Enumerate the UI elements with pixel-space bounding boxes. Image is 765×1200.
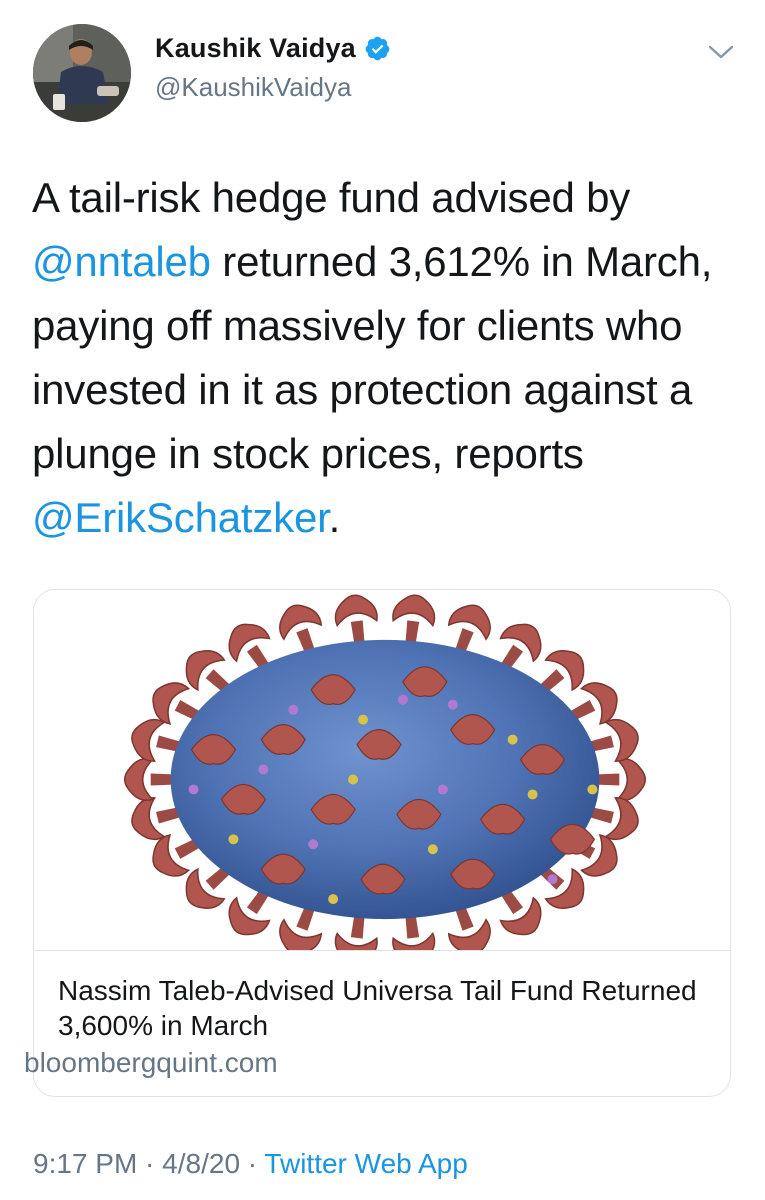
tweet-date: 4/8/20 <box>162 1148 241 1179</box>
tweet-source-link[interactable]: Twitter Web App <box>264 1148 467 1179</box>
tweet-time: 9:17 PM <box>33 1148 138 1179</box>
meta-separator: · <box>240 1148 265 1179</box>
tweet-text: A tail-risk hedge fund advised by @nntal… <box>32 166 732 550</box>
meta-separator: · <box>137 1148 163 1179</box>
chevron-down-icon[interactable] <box>706 40 736 64</box>
card-domain: bloombergquint.com <box>24 1047 278 1078</box>
mention-link[interactable]: @ErikSchatzker <box>32 494 329 541</box>
mention-link[interactable]: @nntaleb <box>32 238 211 285</box>
virus-illustration <box>123 594 646 950</box>
verified-badge-icon <box>364 35 391 62</box>
link-preview-card[interactable]: Nassim Taleb-Advised Universa Tail Fund … <box>33 589 731 1097</box>
author-handle[interactable]: @KaushikVaidya <box>155 72 351 103</box>
author-display-name[interactable]: Kaushik Vaidya <box>155 33 356 64</box>
tweet-text-part: A tail-risk hedge fund advised by <box>32 174 631 221</box>
avatar[interactable] <box>33 24 131 122</box>
card-title[interactable]: Nassim Taleb-Advised Universa Tail Fund … <box>58 973 708 1043</box>
card-image[interactable] <box>34 590 730 951</box>
tweet-meta: 9:17 PM · 4/8/20 · Twitter Web App <box>33 1148 468 1180</box>
tweet-text-part: . <box>328 494 341 541</box>
